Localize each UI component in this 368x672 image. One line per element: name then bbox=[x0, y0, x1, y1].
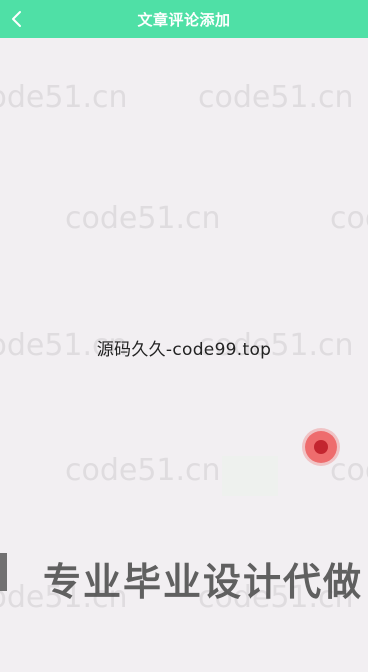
watermark: code51.cn bbox=[330, 453, 368, 488]
watermark: code51.cn bbox=[330, 201, 368, 236]
record-dot-icon bbox=[314, 440, 328, 454]
watermark: code51.cn bbox=[65, 453, 221, 488]
back-button[interactable] bbox=[0, 0, 34, 38]
banner-text: 专业毕业设计代做 bbox=[43, 560, 364, 604]
chevron-left-icon bbox=[10, 10, 24, 28]
top-navigation-bar: 文章评论添加 bbox=[0, 0, 368, 38]
watermark: code51.cn bbox=[65, 201, 221, 236]
floating-action-button[interactable] bbox=[305, 431, 337, 463]
center-promo-text: 源码久久-code99.top bbox=[96, 340, 272, 360]
watermark: code51.cn bbox=[198, 80, 354, 115]
watermark: code51.cn bbox=[0, 80, 128, 115]
page-title: 文章评论添加 bbox=[137, 10, 231, 29]
banner-edge-mark bbox=[0, 553, 7, 591]
app-screen: 文章评论添加 code51.cn code51.cn code51.cn cod… bbox=[0, 0, 368, 672]
faint-overlay bbox=[222, 456, 278, 496]
